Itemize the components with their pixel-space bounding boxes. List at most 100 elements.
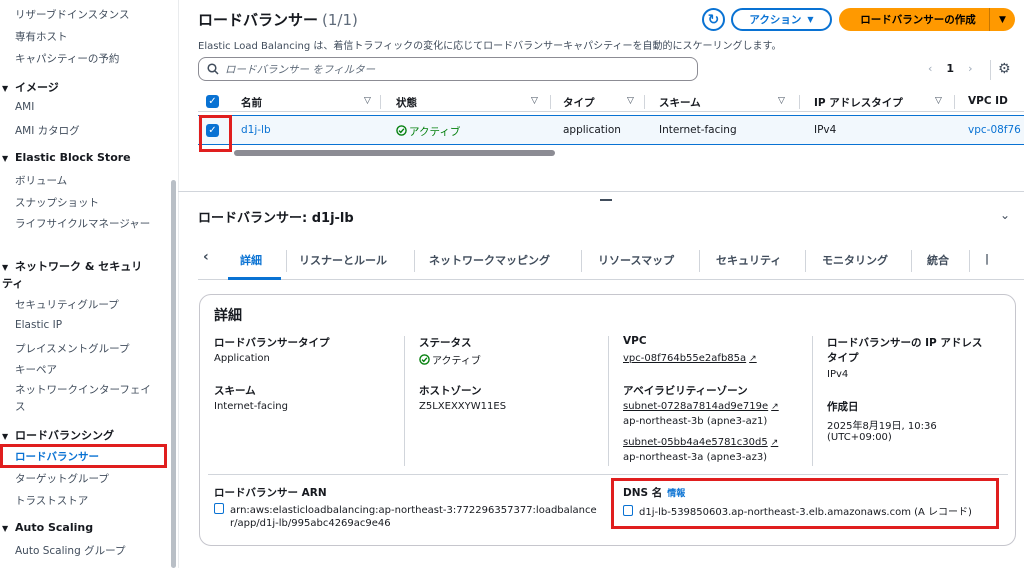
lb-scheme: Internet-facing (659, 124, 737, 136)
sidebar-item-auto-scaling-groups[interactable]: Auto Scaling グループ (15, 543, 125, 558)
tab-listeners[interactable]: リスナーとルール (299, 252, 387, 268)
sidebar-item-capacity-reservations[interactable]: キャパシティーの予約 (15, 51, 119, 66)
pager-divider (990, 60, 991, 80)
refresh-icon: ↻ (707, 11, 720, 28)
check-icon: ✓ (208, 96, 217, 107)
info-link[interactable]: 情報 (667, 489, 685, 499)
refresh-button[interactable]: ↻ (702, 8, 725, 31)
column-state[interactable]: 状態 (396, 95, 417, 110)
sidebar-item-snapshots[interactable]: スナップショット (15, 195, 99, 210)
created-value-tz: (UTC+09:00) (827, 432, 892, 443)
column-scheme[interactable]: スキーム (659, 95, 701, 110)
status-value: アクティブ (419, 352, 481, 367)
row-divider (208, 474, 1008, 475)
vpc-detail-link[interactable]: vpc-08f764b55e2afb85a ↗ (623, 353, 757, 364)
filter-input[interactable]: ロードバランサー をフィルター (198, 57, 698, 81)
sidebar-item-dedicated-hosts[interactable]: 専有ホスト (15, 29, 68, 44)
pagination: ‹ 1 › (928, 62, 972, 75)
sidebar-item-security-groups[interactable]: セキュリティグループ (15, 297, 119, 312)
subnet-1-link[interactable]: subnet-0728a7814ad9e719e ↗ (623, 401, 779, 412)
sort-icon[interactable]: ▽ (531, 96, 538, 106)
ip-type-value: IPv4 (827, 369, 849, 380)
sidebar-item-load-balancers[interactable]: ロードバランサー (15, 449, 99, 464)
created-value: 2025年8月19日, 10:36 (827, 421, 937, 432)
card-title: 詳細 (214, 308, 242, 324)
gear-icon[interactable]: ⚙ (998, 61, 1011, 77)
sidebar-section-images[interactable]: ▼ イメージ (2, 79, 59, 95)
copy-icon[interactable] (623, 505, 633, 516)
table-row[interactable]: ✓ d1j-lb アクティブ application Internet-faci… (198, 115, 1024, 145)
check-icon: ✓ (208, 125, 217, 136)
table-horizontal-scrollbar[interactable] (234, 150, 555, 156)
column-divider (644, 95, 645, 109)
external-link-icon: ↗ (749, 354, 757, 364)
tab-resource-map[interactable]: リソースマップ (598, 252, 674, 268)
prev-page-button[interactable]: ‹ (928, 62, 932, 75)
row-checkbox[interactable]: ✓ (206, 124, 219, 137)
hosted-zone-value: Z5LXEXXYW11ES (419, 401, 507, 412)
subnet-2-link[interactable]: subnet-05bb4a4e5781c30d5 ↗ (623, 437, 778, 448)
sidebar-item-ami-catalog[interactable]: AMI カタログ (15, 123, 80, 138)
current-page[interactable]: 1 (946, 62, 954, 75)
lb-ip-type: IPv4 (814, 124, 837, 136)
tabs-prev-chevron-icon[interactable]: ‹ (203, 249, 209, 265)
column-divider (799, 95, 800, 109)
actions-button[interactable]: アクション ▼ (731, 8, 832, 31)
sort-icon[interactable]: ▽ (778, 96, 785, 106)
create-load-balancer-button[interactable]: ロードバランサーの作成 ▼ (839, 8, 1015, 31)
tab-divider (414, 250, 415, 272)
column-divider (608, 336, 609, 466)
active-tab-indicator (228, 277, 281, 280)
ip-type-label-cont: タイプ (827, 352, 859, 364)
sidebar-item-ami[interactable]: AMI (15, 101, 34, 113)
lb-name-link[interactable]: d1j-lb (241, 124, 271, 136)
split-panel-divider (178, 191, 1024, 192)
tab-details[interactable]: 詳細 (240, 252, 262, 268)
sort-icon[interactable]: ▽ (627, 96, 634, 106)
dns-value: d1j-lb-539850603.ap-northeast-3.elb.amaz… (623, 503, 972, 518)
sidebar-item-trust-stores[interactable]: トラストストア (15, 493, 88, 508)
lb-type: application (563, 124, 621, 136)
sidebar-item-reserved-instances[interactable]: リザーブドインスタンス (15, 7, 129, 22)
collapse-chevron-icon[interactable]: ⌄ (1000, 208, 1010, 222)
sidebar-scrollbar[interactable] (171, 180, 176, 568)
column-vpc-id[interactable]: VPC ID (968, 95, 1008, 107)
column-ip-type[interactable]: IP アドレスタイプ (814, 95, 903, 110)
sidebar-section-auto-scaling[interactable]: ▼ Auto Scaling (2, 521, 93, 534)
sidebar-item-lifecycle-manager[interactable]: ライフサイクルマネージャー (15, 216, 155, 233)
ip-type-label: ロードバランサーの IP アドレス (827, 337, 983, 349)
caret-down-icon: ▼ (2, 263, 9, 272)
column-name[interactable]: 名前 (241, 95, 262, 110)
check-circle-icon (396, 125, 407, 136)
sidebar-section-network[interactable]: ▼ ネットワーク & セキュリティ (2, 259, 152, 292)
copy-icon[interactable] (214, 503, 224, 514)
vpc-link[interactable]: vpc-08f76 (968, 124, 1021, 136)
sidebar-section-ebs[interactable]: ▼ Elastic Block Store (2, 151, 131, 164)
sidebar-item-key-pairs[interactable]: キーペア (15, 362, 57, 377)
sort-icon[interactable]: ▽ (364, 96, 371, 106)
sidebar-section-load-balancing[interactable]: ▼ ロードバランシング (2, 427, 114, 443)
tab-security[interactable]: セキュリティ (716, 252, 781, 268)
resize-handle-icon[interactable] (600, 199, 612, 201)
tab-integrations[interactable]: 統合 (927, 252, 949, 268)
hosted-zone-label: ホストゾーン (419, 385, 482, 397)
tab-network-mapping[interactable]: ネットワークマッピング (429, 252, 550, 268)
search-icon (207, 63, 219, 75)
create-dropdown-button[interactable]: ▼ (989, 8, 1015, 31)
arn-value: arn:aws:elasticloadbalancing:ap-northeas… (214, 503, 597, 516)
tab-monitoring[interactable]: モニタリング (822, 252, 888, 268)
select-all-checkbox[interactable]: ✓ (206, 95, 219, 108)
sidebar-item-placement-groups[interactable]: プレイスメントグループ (15, 341, 130, 356)
tabs-overflow-indicator[interactable]: | (985, 252, 989, 265)
sidebar-item-network-interfaces[interactable]: ネットワークインターフェイス (15, 382, 155, 416)
sort-icon[interactable]: ▽ (935, 96, 942, 106)
dns-label: DNS 名情報 (623, 487, 686, 499)
next-page-button[interactable]: › (968, 62, 972, 75)
sidebar-item-volumes[interactable]: ボリューム (15, 173, 67, 188)
column-type[interactable]: タイプ (563, 95, 595, 110)
sidebar-item-target-groups[interactable]: ターゲットグループ (15, 471, 109, 486)
az-label: アベイラビリティーゾーン (623, 385, 748, 397)
status-label: ステータス (419, 337, 472, 349)
caret-down-icon: ▼ (2, 432, 9, 441)
sidebar-item-elastic-ip[interactable]: Elastic IP (15, 319, 62, 331)
